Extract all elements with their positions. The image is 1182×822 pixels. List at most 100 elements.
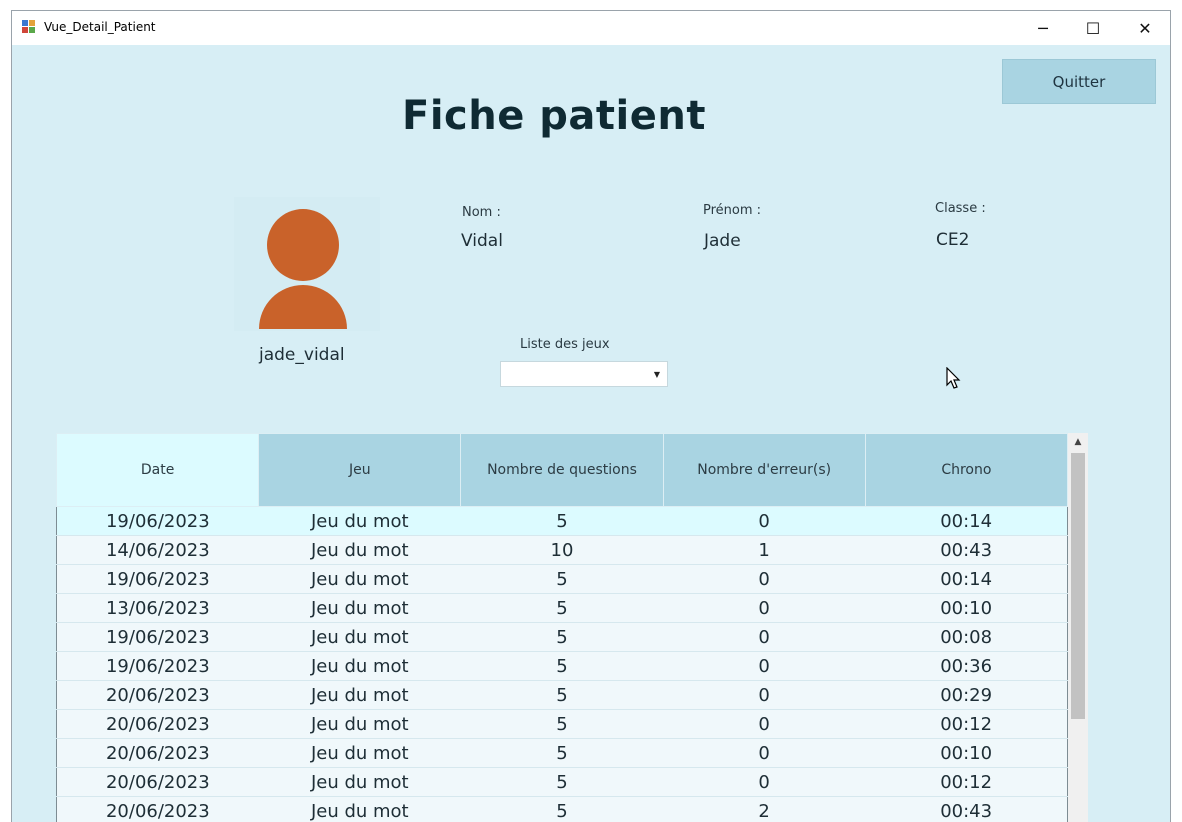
- table-cell[interactable]: 0: [663, 738, 866, 768]
- table-header: Date Jeu Nombre de questions Nombre d'erreu…: [55, 433, 1069, 507]
- table-row[interactable]: 20/06/2023 Jeu du mot 5 0 00:12: [56, 709, 1068, 739]
- table-cell[interactable]: 19/06/2023: [56, 622, 259, 652]
- table-row[interactable]: 19/06/2023 Jeu du mot 5 0 00:08: [56, 622, 1068, 652]
- table-cell[interactable]: 10: [460, 535, 664, 565]
- column-header[interactable]: Chrono: [864, 433, 1069, 507]
- table-cell[interactable]: 20/06/2023: [56, 796, 259, 822]
- table-row[interactable]: 20/06/2023 Jeu du mot 5 0 00:12: [56, 767, 1068, 797]
- table-cell[interactable]: 0: [663, 767, 866, 797]
- avatar-body: [259, 285, 347, 329]
- page-title: Fiche patient: [402, 93, 706, 139]
- table-cell[interactable]: 0: [663, 622, 866, 652]
- table-cell[interactable]: Jeu du mot: [258, 709, 461, 739]
- minimize-button[interactable]: ─: [1020, 11, 1066, 45]
- dropdown-arrow-icon[interactable]: ▼: [649, 364, 665, 384]
- table-cell[interactable]: 00:43: [865, 535, 1068, 565]
- table-cell[interactable]: 0: [663, 709, 866, 739]
- table-cell[interactable]: 13/06/2023: [56, 593, 259, 623]
- table-cell[interactable]: 20/06/2023: [56, 709, 259, 739]
- table-cell[interactable]: 5: [460, 738, 664, 768]
- sessions-grid[interactable]: Date Jeu Nombre de questions Nombre d'erreu…: [55, 433, 1088, 822]
- table-cell[interactable]: 0: [663, 506, 866, 536]
- nom-label: Nom :: [462, 205, 501, 220]
- table-cell[interactable]: 5: [460, 680, 664, 710]
- table-cell[interactable]: 20/06/2023: [56, 767, 259, 797]
- games-dropdown[interactable]: ▼: [500, 361, 668, 387]
- table-cell[interactable]: 5: [460, 564, 664, 594]
- table-cell[interactable]: Jeu du mot: [258, 535, 461, 565]
- window-title: Vue_Detail_Patient: [44, 20, 156, 34]
- games-list-label: Liste des jeux: [520, 337, 610, 352]
- table-row[interactable]: 19/06/2023 Jeu du mot 5 0 00:14: [56, 506, 1068, 536]
- prenom-label: Prénom :: [703, 203, 762, 218]
- mouse-pointer-icon: [946, 367, 961, 389]
- table-cell[interactable]: 20/06/2023: [56, 738, 259, 768]
- table-cell[interactable]: 00:36: [865, 651, 1068, 681]
- vertical-scrollbar[interactable]: ▲: [1068, 433, 1088, 822]
- table-row[interactable]: 20/06/2023 Jeu du mot 5 0 00:10: [56, 738, 1068, 768]
- table-row[interactable]: 13/06/2023 Jeu du mot 5 0 00:10: [56, 593, 1068, 623]
- table-cell[interactable]: 5: [460, 593, 664, 623]
- table-cell[interactable]: 5: [460, 622, 664, 652]
- table-cell[interactable]: 00:14: [865, 506, 1068, 536]
- table-cell[interactable]: 5: [460, 709, 664, 739]
- column-header[interactable]: Nombre de questions: [460, 433, 664, 507]
- table-cell[interactable]: Jeu du mot: [258, 767, 461, 797]
- table-cell[interactable]: Jeu du mot: [258, 738, 461, 768]
- app-window: Vue_Detail_Patient ─ ☐ ✕ Quitter Fiche p…: [11, 10, 1171, 822]
- table-cell[interactable]: 20/06/2023: [56, 680, 259, 710]
- column-header[interactable]: Jeu: [258, 433, 462, 507]
- scroll-thumb[interactable]: [1071, 453, 1085, 719]
- table-row[interactable]: 20/06/2023 Jeu du mot 5 2 00:43: [56, 796, 1068, 822]
- nom-value: Vidal: [461, 231, 503, 251]
- table-cell[interactable]: 14/06/2023: [56, 535, 259, 565]
- title-bar: Vue_Detail_Patient ─ ☐ ✕: [12, 11, 1170, 45]
- table-body: 19/06/2023 Jeu du mot 5 0 00:14 14/06/2023 Jeu…: [56, 506, 1068, 822]
- form-body: Quitter Fiche patient jade_vidal Nom : V…: [12, 45, 1170, 822]
- table-cell[interactable]: 0: [663, 680, 866, 710]
- table-cell[interactable]: 19/06/2023: [56, 651, 259, 681]
- scroll-up-icon[interactable]: ▲: [1068, 433, 1088, 451]
- table-cell[interactable]: 2: [663, 796, 866, 822]
- table-cell[interactable]: 00:10: [865, 593, 1068, 623]
- table-cell[interactable]: Jeu du mot: [258, 622, 461, 652]
- table-cell[interactable]: 19/06/2023: [56, 506, 259, 536]
- table-cell[interactable]: Jeu du mot: [258, 506, 461, 536]
- table-cell[interactable]: 5: [460, 767, 664, 797]
- column-header[interactable]: Nombre d'erreur(s): [662, 433, 866, 507]
- table-cell[interactable]: 19/06/2023: [56, 564, 259, 594]
- table-row[interactable]: 14/06/2023 Jeu du mot 10 1 00:43: [56, 535, 1068, 565]
- table-row[interactable]: 20/06/2023 Jeu du mot 5 0 00:29: [56, 680, 1068, 710]
- table-row[interactable]: 19/06/2023 Jeu du mot 5 0 00:14: [56, 564, 1068, 594]
- table-cell[interactable]: 1: [663, 535, 866, 565]
- maximize-button[interactable]: ☐: [1070, 11, 1116, 45]
- close-button[interactable]: ✕: [1122, 11, 1168, 45]
- table-cell[interactable]: Jeu du mot: [258, 651, 461, 681]
- column-header[interactable]: Date: [55, 433, 260, 507]
- classe-label: Classe :: [935, 201, 986, 216]
- table-cell[interactable]: 5: [460, 506, 664, 536]
- table-row[interactable]: 19/06/2023 Jeu du mot 5 0 00:36: [56, 651, 1068, 681]
- table-cell[interactable]: 00:10: [865, 738, 1068, 768]
- user-avatar-icon: [234, 197, 380, 331]
- table-cell[interactable]: 00:14: [865, 564, 1068, 594]
- table-cell[interactable]: 5: [460, 796, 664, 822]
- table-cell[interactable]: 00:12: [865, 767, 1068, 797]
- table-cell[interactable]: 0: [663, 651, 866, 681]
- avatar-head: [267, 209, 339, 281]
- prenom-value: Jade: [704, 231, 741, 251]
- table-cell[interactable]: 00:08: [865, 622, 1068, 652]
- table-cell[interactable]: 00:12: [865, 709, 1068, 739]
- table-cell[interactable]: Jeu du mot: [258, 593, 461, 623]
- table-cell[interactable]: 0: [663, 564, 866, 594]
- username-label: jade_vidal: [259, 345, 345, 365]
- quit-button[interactable]: Quitter: [1002, 59, 1156, 104]
- table-cell[interactable]: Jeu du mot: [258, 564, 461, 594]
- table-cell[interactable]: 00:29: [865, 680, 1068, 710]
- table-cell[interactable]: 5: [460, 651, 664, 681]
- table-cell[interactable]: Jeu du mot: [258, 680, 461, 710]
- app-form-icon: [22, 20, 36, 34]
- table-cell[interactable]: Jeu du mot: [258, 796, 461, 822]
- table-cell[interactable]: 0: [663, 593, 866, 623]
- table-cell[interactable]: 00:43: [865, 796, 1068, 822]
